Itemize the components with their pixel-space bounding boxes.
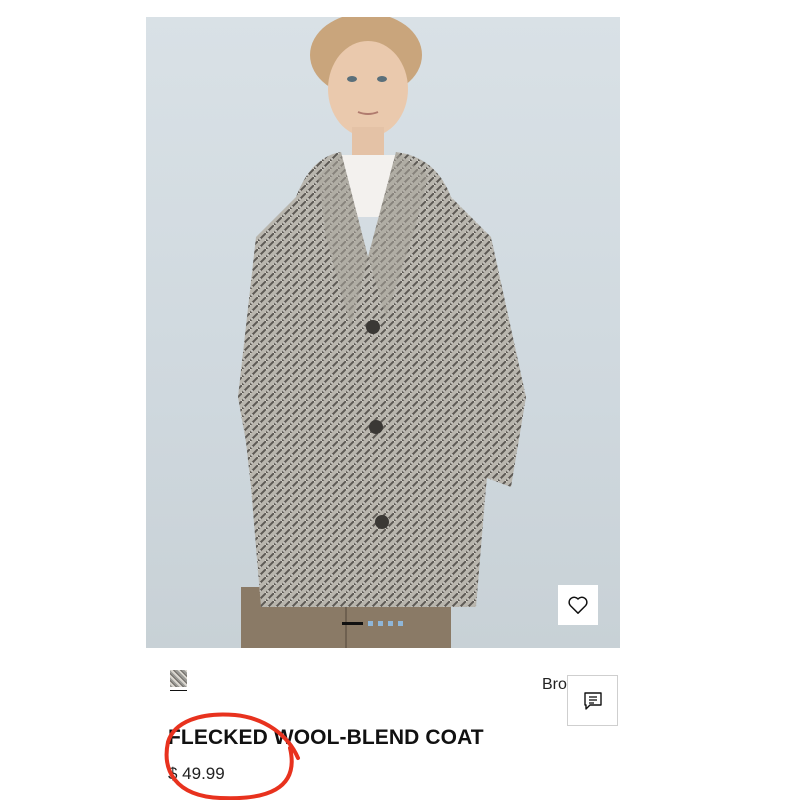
carousel-dot[interactable] (398, 621, 403, 626)
wishlist-button[interactable] (558, 585, 598, 625)
product-image[interactable] (146, 17, 620, 648)
carousel-dot[interactable] (368, 621, 373, 626)
selected-swatch-underline (170, 690, 187, 691)
chat-button[interactable] (567, 675, 618, 726)
carousel-dot[interactable] (378, 621, 383, 626)
image-carousel-indicator[interactable] (342, 621, 403, 626)
chat-icon (583, 691, 602, 710)
product-price: $ 49.99 (168, 764, 225, 783)
carousel-dot-active[interactable] (342, 622, 363, 625)
product-photo-illustration (238, 17, 526, 648)
carousel-dot[interactable] (388, 621, 393, 626)
color-swatch[interactable] (170, 670, 187, 687)
product-name[interactable]: FLECKED WOOL-BLEND COAT (168, 726, 484, 750)
color-name: Brown (542, 676, 568, 693)
heart-icon (568, 596, 588, 614)
